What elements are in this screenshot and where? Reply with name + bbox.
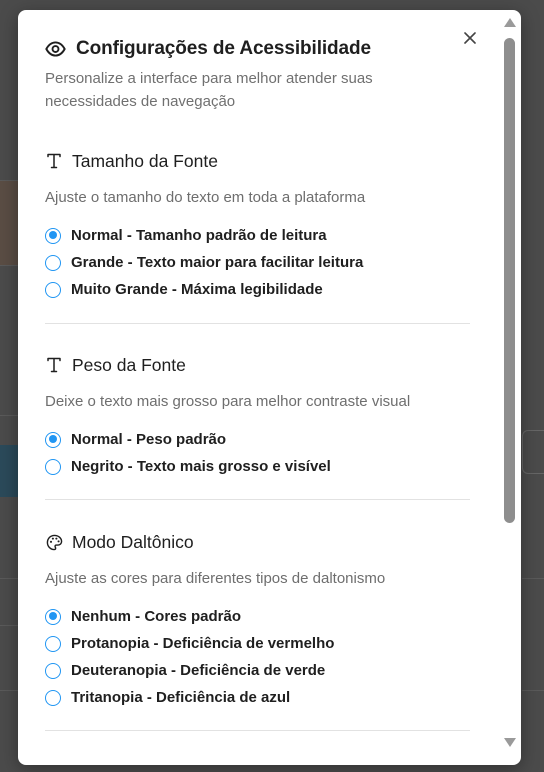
palette-icon [45, 533, 63, 551]
option-label: Grande - Texto maior para facilitar leit… [71, 254, 364, 271]
accessibility-settings-dialog: Configurações de Acessibilidade Personal… [18, 10, 521, 765]
backdrop-divider [522, 578, 544, 579]
dialog-scrollbar[interactable] [502, 14, 518, 761]
option-label: Normal - Peso padrão [71, 431, 227, 448]
section-description: Deixe o texto mais grosso para melhor co… [45, 393, 411, 410]
option-weight-bold[interactable]: Negrito - Texto mais grosso e visível [45, 453, 470, 480]
eye-icon [45, 39, 67, 59]
option-colorblind-tritanopia[interactable]: Tritanopia - Deficiência de azul [45, 684, 470, 711]
backdrop-block [0, 181, 18, 265]
option-colorblind-none[interactable]: Nenhum - Cores padrão [45, 603, 470, 630]
option-font-very-large[interactable]: Muito Grande - Máxima legibilidade [45, 276, 470, 303]
font-size-section: Tamanho da Fonte Ajuste o tamanho do tex… [45, 150, 470, 303]
backdrop-divider [522, 690, 544, 691]
option-label: Muito Grande - Máxima legibilidade [71, 281, 323, 298]
backdrop-divider [0, 415, 18, 416]
backdrop-divider [0, 265, 18, 266]
font-weight-section: Peso da Fonte Deixe o texto mais grosso … [45, 354, 470, 480]
dialog-title: Configurações de Acessibilidade [76, 38, 371, 59]
option-label: Nenhum - Cores padrão [71, 608, 242, 625]
dialog-header: Configurações de Acessibilidade [45, 38, 371, 60]
radio-button[interactable] [45, 431, 61, 448]
radio-button[interactable] [45, 458, 61, 475]
radio-button[interactable] [45, 608, 61, 625]
option-font-large[interactable]: Grande - Texto maior para facilitar leit… [45, 249, 470, 276]
dialog-subtitle: Personalize a interface para melhor aten… [45, 70, 373, 110]
option-weight-normal[interactable]: Normal - Peso padrão [45, 426, 470, 453]
option-label: Protanopia - Deficiência de vermelho [71, 635, 335, 652]
color-blind-section: Modo Daltônico Ajuste as cores para dife… [45, 531, 470, 711]
section-title: Tamanho da Fonte [72, 150, 218, 171]
radio-button[interactable] [45, 227, 61, 244]
option-colorblind-protanopia[interactable]: Protanopia - Deficiência de vermelho [45, 630, 470, 657]
option-label: Negrito - Texto mais grosso e visível [71, 458, 331, 475]
option-label: Normal - Tamanho padrão de leitura [71, 227, 327, 244]
scroll-up-arrow-icon[interactable] [504, 18, 516, 27]
backdrop-divider [0, 625, 18, 626]
backdrop-divider [0, 690, 18, 691]
backdrop-block [522, 430, 544, 474]
close-button[interactable] [460, 28, 480, 48]
type-icon [45, 356, 63, 374]
section-divider [45, 730, 470, 731]
section-title: Peso da Fonte [72, 354, 186, 375]
radio-button[interactable] [45, 662, 61, 679]
close-icon [464, 32, 476, 44]
section-description: Ajuste as cores para diferentes tipos de… [45, 570, 386, 587]
radio-button[interactable] [45, 254, 61, 271]
option-font-normal[interactable]: Normal - Tamanho padrão de leitura [45, 222, 470, 249]
type-icon [45, 152, 63, 170]
radio-button[interactable] [45, 689, 61, 706]
radio-button[interactable] [45, 281, 61, 298]
scrollbar-thumb[interactable] [504, 38, 515, 523]
option-colorblind-deuteranopia[interactable]: Deuteranopia - Deficiência de verde [45, 657, 470, 684]
section-description: Ajuste o tamanho do texto em toda a plat… [45, 189, 366, 206]
section-divider [45, 323, 470, 324]
backdrop-divider [0, 578, 18, 579]
option-label: Deuteranopia - Deficiência de verde [71, 662, 326, 679]
radio-button[interactable] [45, 635, 61, 652]
scroll-down-arrow-icon[interactable] [504, 738, 516, 747]
backdrop-block [0, 445, 18, 497]
option-label: Tritanopia - Deficiência de azul [71, 689, 291, 706]
section-divider [45, 499, 470, 500]
section-title: Modo Daltônico [72, 531, 194, 552]
